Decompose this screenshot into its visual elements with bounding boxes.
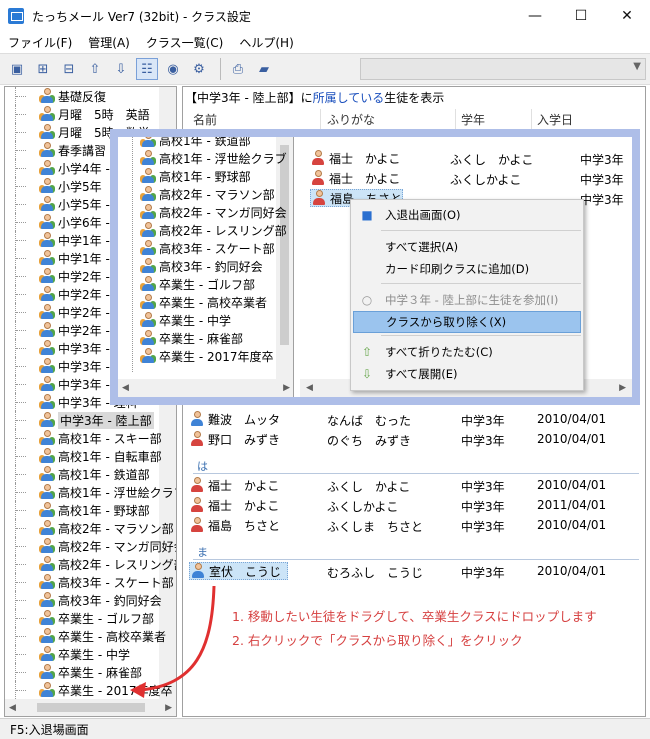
inset-student-grade: 中学3年 [580, 173, 624, 187]
context-menu-label: すべて折りたたむ(C) [385, 345, 493, 359]
context-menu-label: 中学３年 - 陸上部に生徒を参加(I) [385, 293, 559, 307]
inset-tree-item: 卒業生 - 麻雀部 [140, 329, 243, 347]
inset-tree-item: 卒業生 - 高校卒業者 [140, 293, 267, 311]
inset-student-furigana: ふくし かよこ [450, 153, 534, 167]
inset-tree-item: 高校2年 - マラソン部 [140, 185, 275, 203]
inset-tree-item: 高校2年 - レスリング部 [140, 221, 287, 239]
context-menu-item[interactable]: ⇩ すべて展開(E) [353, 363, 581, 385]
inset-student-name: 福士 かよこ [329, 171, 401, 186]
person-icon [310, 170, 326, 186]
context-menu-label: すべて選択(A) [385, 240, 459, 254]
circle-icon: ○ [361, 293, 373, 307]
context-menu: ■ 入退出画面(O) すべて選択(A) カード印刷クラスに追加(D) ○ 中学３年 - 陸… [350, 199, 584, 391]
inset-student-furigana: ふくしかよこ [450, 173, 522, 187]
inset-tree-label: 高校2年 - レスリング部 [159, 223, 287, 238]
context-menu-item[interactable]: クラスから取り除く(X) [353, 311, 581, 333]
context-menu-item[interactable]: ■ 入退出画面(O) [353, 204, 581, 226]
expand-icon: ⇩ [361, 367, 373, 381]
context-menu-item: ○ 中学３年 - 陸上部に生徒を参加(I) [353, 289, 581, 311]
inset-tree-label: 高校1年 - 鉄道部 [159, 137, 251, 148]
context-menu-item[interactable]: ⇧ すべて折りたたむ(C) [353, 341, 581, 363]
status-text: F5:入退場画面 [10, 722, 89, 737]
group-icon [140, 186, 156, 202]
context-menu-separator [381, 335, 581, 336]
person-icon [310, 150, 326, 166]
inset-vertical-scrollbar [276, 137, 293, 379]
inset-tree-item: 高校1年 - 浮世絵クラブ [140, 149, 287, 167]
group-icon [140, 294, 156, 310]
context-menu-label: カード印刷クラスに追加(D) [385, 262, 530, 276]
group-icon [140, 137, 156, 148]
inset-tree-label: 卒業生 - 中学 [159, 313, 231, 328]
context-menu-label: すべて展開(E) [385, 367, 458, 381]
inset-tree-item: 高校3年 - スケート部 [140, 239, 275, 257]
inset-class-tree: ◀ ▶ 高校1年 - 鉄道部高校1年 - 浮世絵クラブ 高校1年 - 野球部高校2年… [118, 137, 294, 397]
context-menu-separator [381, 230, 581, 231]
inset-tree-item: 高校1年 - 鉄道部 [140, 137, 251, 149]
group-icon [140, 150, 156, 166]
inset-tree-item: 卒業生 - 2017年度卒 [140, 347, 274, 365]
inset-horizontal-scrollbar: ◀ ▶ [118, 379, 293, 397]
inset-student-grade: 中学3年 [580, 153, 624, 167]
inset-tree-label: 高校1年 - 野球部 [159, 169, 251, 184]
context-menu-separator [381, 283, 581, 284]
status-bar: F5:入退場画面 [0, 718, 650, 739]
inset-tree-label: 高校3年 - スケート部 [159, 241, 275, 256]
group-icon [140, 330, 156, 346]
group-icon [140, 258, 156, 274]
inset-student-row: 福士 かよこ ふくし かよこ 中学3年 [310, 149, 630, 167]
group-icon [140, 312, 156, 328]
inset-student-row: 福士 かよこ ふくしかよこ 中学3年 [310, 169, 630, 187]
group-icon [140, 276, 156, 292]
context-menu-label: クラスから取り除く(X) [386, 315, 507, 329]
person-icon [311, 190, 327, 206]
inset-tree-label: 卒業生 - 高校卒業者 [159, 295, 267, 310]
screen-icon: ■ [361, 208, 373, 222]
inset-tree-item: 卒業生 - 中学 [140, 311, 231, 329]
inset-tree-label: 卒業生 - ゴルフ部 [159, 277, 255, 292]
context-menu-item[interactable]: カード印刷クラスに追加(D) [353, 258, 581, 280]
inset-tree-label: 高校3年 - 釣同好会 [159, 259, 263, 274]
group-icon [140, 240, 156, 256]
inset-student-name: 福士 かよこ [329, 151, 401, 166]
inset-student-grade: 中学3年 [580, 193, 624, 207]
group-icon [140, 348, 156, 364]
inset-tree-item: 高校1年 - 野球部 [140, 167, 251, 185]
group-icon [140, 222, 156, 238]
inset-tree-item: 高校3年 - 釣同好会 [140, 257, 263, 275]
inset-tree-label: 高校2年 - マラソン部 [159, 187, 275, 202]
context-menu-label: 入退出画面(O) [385, 208, 461, 222]
inset-tree-label: 高校2年 - マンガ同好会 [159, 205, 287, 220]
inset-tree-item: 高校2年 - マンガ同好会 [140, 203, 287, 221]
group-icon [140, 204, 156, 220]
inset-tree-item: 卒業生 - ゴルフ部 [140, 275, 255, 293]
context-menu-item[interactable]: すべて選択(A) [353, 236, 581, 258]
tutorial-inset: ◀ ▶ 高校1年 - 鉄道部高校1年 - 浮世絵クラブ 高校1年 - 野球部高校2年… [110, 129, 640, 405]
group-icon [140, 168, 156, 184]
inset-tree-label: 卒業生 - 2017年度卒 [159, 349, 274, 364]
inset-tree-label: 卒業生 - 麻雀部 [159, 331, 243, 346]
collapse-icon: ⇧ [361, 345, 373, 359]
inset-tree-label: 高校1年 - 浮世絵クラブ [159, 151, 287, 166]
